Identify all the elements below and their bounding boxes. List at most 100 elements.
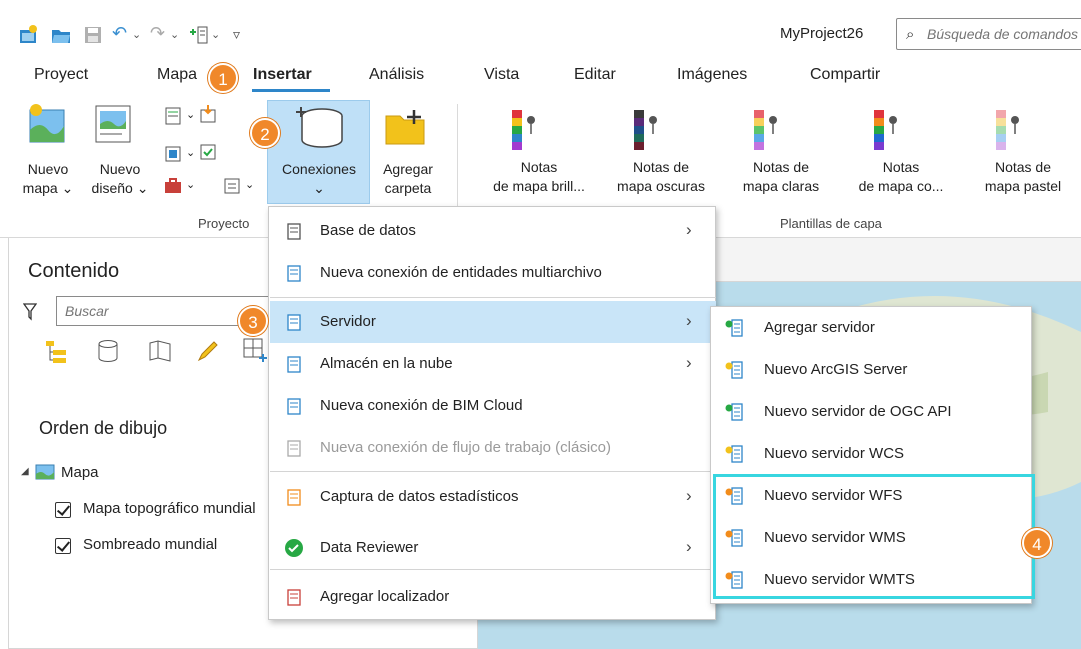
layer-template-label-1: Notas [520, 159, 558, 175]
chevron-right-icon: › [686, 220, 692, 239]
highlight-box [713, 474, 1035, 599]
server-icon [724, 444, 744, 464]
task-icon[interactable] [198, 142, 218, 162]
list-by-snapping-icon[interactable] [241, 336, 269, 364]
menu-separator [270, 297, 716, 298]
chevron-right-icon: › [686, 353, 692, 372]
server-icon [724, 318, 744, 338]
list-by-source-icon[interactable] [95, 338, 121, 364]
layer-name[interactable]: Mapa topográfico mundial [83, 500, 259, 517]
multifile-connection-icon [284, 263, 304, 283]
layer-template-button[interactable]: Notas de mapa oscuras [602, 158, 720, 196]
layer-template-button[interactable]: Notas de mapa co... [842, 158, 960, 196]
menu-item-label: Data Reviewer [320, 539, 419, 556]
add-folder-icon[interactable] [384, 106, 430, 148]
tab-share[interactable]: Compartir [810, 66, 880, 84]
menu-item-label: Nueva conexión de flujo de trabajo (clás… [320, 439, 611, 456]
save-project-icon[interactable] [82, 24, 104, 46]
map-layer-name[interactable]: Mapa [61, 464, 99, 481]
new-map-button[interactable]: Nuevo mapa ⌄ [20, 160, 76, 198]
menu-item-cloud-storage[interactable]: Almacén en la nube › [270, 343, 716, 385]
layer-template-button[interactable]: Notas de mapa claras [722, 158, 840, 196]
list-by-drawing-order-icon[interactable] [43, 338, 69, 364]
add-folder-button[interactable]: Agregar carpeta [374, 160, 442, 198]
step-badge-3: 3 [238, 306, 268, 336]
filter-icon[interactable] [23, 303, 37, 321]
layer-visibility-checkbox[interactable] [55, 538, 71, 554]
new-notebook-icon[interactable] [163, 144, 183, 164]
menu-item-bim-cloud[interactable]: Nueva conexión de BIM Cloud [270, 385, 716, 427]
layer-template-button[interactable]: Notas de mapa brill... [480, 158, 598, 196]
new-map-label-1: Nuevo [27, 161, 69, 177]
tab-insert[interactable]: Insertar [253, 66, 312, 84]
tab-analysis[interactable]: Análisis [369, 66, 424, 84]
list-by-editing-icon[interactable] [195, 338, 221, 364]
new-notebook-dropdown-icon[interactable]: ⌄ [186, 146, 195, 159]
statistical-data-icon [284, 487, 304, 507]
submenu-new-arcgis-server[interactable]: Nuevo ArcGIS Server [712, 349, 1032, 391]
active-tab-indicator [252, 89, 330, 92]
tab-project[interactable]: Proyect [34, 66, 88, 84]
new-map-icon[interactable] [26, 102, 70, 146]
customize-toolbar-icon[interactable]: ▿ [233, 26, 240, 43]
open-project-icon[interactable] [50, 24, 72, 46]
list-by-selection-icon[interactable] [147, 338, 173, 364]
menu-item-server[interactable]: Servidor › [270, 301, 716, 343]
server-icon [724, 360, 744, 380]
layer-template-button[interactable]: Notas de mapa pastel [964, 158, 1081, 196]
chevron-right-icon: › [686, 311, 692, 330]
menu-item-multifile-connection[interactable]: Nueva conexión de entidades multiarchivo [270, 252, 716, 294]
layer-visibility-checkbox[interactable] [55, 502, 71, 518]
style-icon[interactable] [222, 176, 242, 196]
menu-item-label: Servidor [320, 313, 376, 330]
menu-item-label: Nueva conexión de entidades multiarchivo [320, 264, 602, 281]
title-bar: ↶ ⌄ ↷ ⌄ ⌄ ▿ MyProject26 ⌕ [0, 0, 1081, 62]
toolbox-icon[interactable] [163, 176, 183, 196]
submenu-add-server[interactable]: Agregar servidor [712, 307, 1032, 349]
redo-icon[interactable]: ↷ [150, 23, 165, 44]
tab-imagery[interactable]: Imágenes [677, 66, 747, 84]
layer-template-icon [754, 110, 777, 150]
tab-map[interactable]: Mapa [157, 66, 197, 84]
new-layout-button[interactable]: Nuevo diseño ⌄ [88, 160, 152, 198]
new-report-icon[interactable] [163, 106, 183, 126]
new-layout-label-1: Nuevo [99, 161, 141, 177]
database-icon [284, 221, 304, 241]
new-layout-icon[interactable] [92, 102, 136, 146]
submenu-new-wcs-server[interactable]: Nuevo servidor WCS [712, 433, 1032, 475]
submenu-item-label: Nuevo servidor WCS [764, 445, 905, 462]
quick-access-dropdown-icon[interactable]: ⌄ [211, 28, 220, 41]
style-dropdown-icon[interactable]: ⌄ [245, 178, 254, 191]
undo-icon[interactable]: ↶ [112, 23, 127, 44]
group-label-project: Proyecto [198, 216, 250, 231]
layer-template-label-2: mapa pastel [984, 178, 1062, 194]
layer-template-label-1: Notas de [994, 159, 1052, 175]
layer-name[interactable]: Sombreado mundial [83, 536, 217, 553]
project-name: MyProject26 [780, 25, 864, 42]
chevron-down-icon: ⌄ [313, 180, 325, 196]
toolbox-dropdown-icon[interactable]: ⌄ [186, 178, 195, 191]
menu-item-database[interactable]: Base de datos › [270, 210, 716, 252]
new-report-dropdown-icon[interactable]: ⌄ [186, 108, 195, 121]
contents-title: Contenido [28, 260, 120, 282]
new-project-icon[interactable] [18, 24, 40, 46]
add-folder-label-2: carpeta [384, 180, 432, 196]
menu-item-label: Nueva conexión de BIM Cloud [320, 397, 523, 414]
connections-label: Conexiones ⌄ [268, 160, 370, 198]
import-icon[interactable] [198, 104, 218, 124]
menu-item-data-reviewer[interactable]: Data Reviewer › [270, 527, 716, 569]
contents-search-input[interactable] [65, 301, 265, 321]
menu-item-label: Captura de datos estadísticos [320, 488, 519, 505]
tab-view[interactable]: Vista [484, 66, 519, 84]
layer-template-label-2: de mapa co... [858, 178, 944, 194]
command-search-box[interactable]: ⌕ [896, 18, 1081, 50]
menu-item-add-locator[interactable]: Agregar localizador [270, 576, 716, 618]
submenu-new-ogc-api-server[interactable]: Nuevo servidor de OGC API [712, 391, 1032, 433]
menu-item-statistical-data[interactable]: Captura de datos estadísticos › [270, 476, 716, 518]
command-search-input[interactable] [927, 24, 1081, 44]
undo-dropdown-icon[interactable]: ⌄ [132, 28, 141, 41]
redo-dropdown-icon[interactable]: ⌄ [170, 28, 179, 41]
expand-collapse-icon[interactable]: ◢ [21, 466, 29, 477]
tab-edit[interactable]: Editar [574, 66, 616, 84]
add-server-quick-icon[interactable] [188, 24, 210, 46]
